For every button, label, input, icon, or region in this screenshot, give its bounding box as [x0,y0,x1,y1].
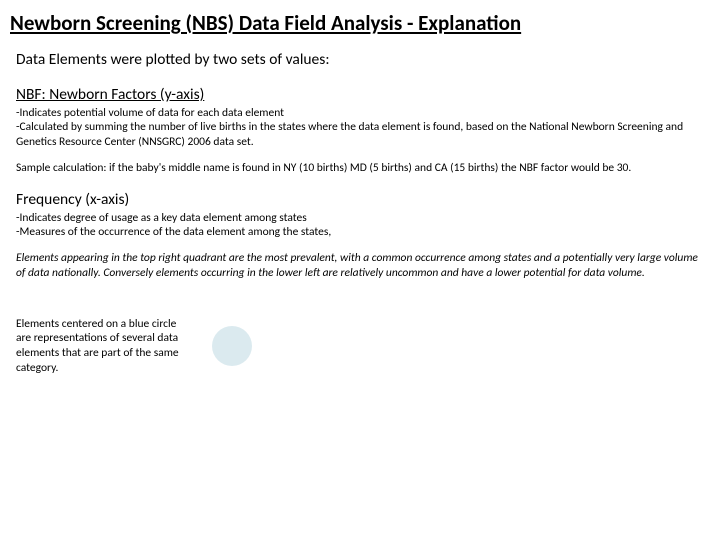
nbf-bullets: -Indicates potential volume of data for … [16,106,702,149]
intro-text: Data Elements were plotted by two sets o… [16,50,702,69]
freq-bullet-2: -Measures of the occurrence of the data … [16,225,702,239]
quadrant-note: Elements appearing in the top right quad… [16,251,702,280]
nbf-bullet-2: -Calculated by summing the number of liv… [16,120,702,149]
freq-bullets: -Indicates degree of usage as a key data… [16,211,702,240]
page-title: Newborn Screening (NBS) Data Field Analy… [10,10,702,36]
freq-bullet-1: -Indicates degree of usage as a key data… [16,211,702,225]
legend-row: Elements centered on a blue circle are r… [16,317,702,376]
document-page: Newborn Screening (NBS) Data Field Analy… [0,0,720,376]
nbf-sample: Sample calculation: if the baby's middle… [16,161,702,175]
legend-text: Elements centered on a blue circle are r… [16,317,194,376]
freq-heading: Frequency (x-axis) [16,190,702,209]
blue-circle-icon [212,326,252,366]
nbf-heading: NBF: Newborn Factors (y-axis) [16,85,702,104]
nbf-bullet-1: -Indicates potential volume of data for … [16,106,702,120]
